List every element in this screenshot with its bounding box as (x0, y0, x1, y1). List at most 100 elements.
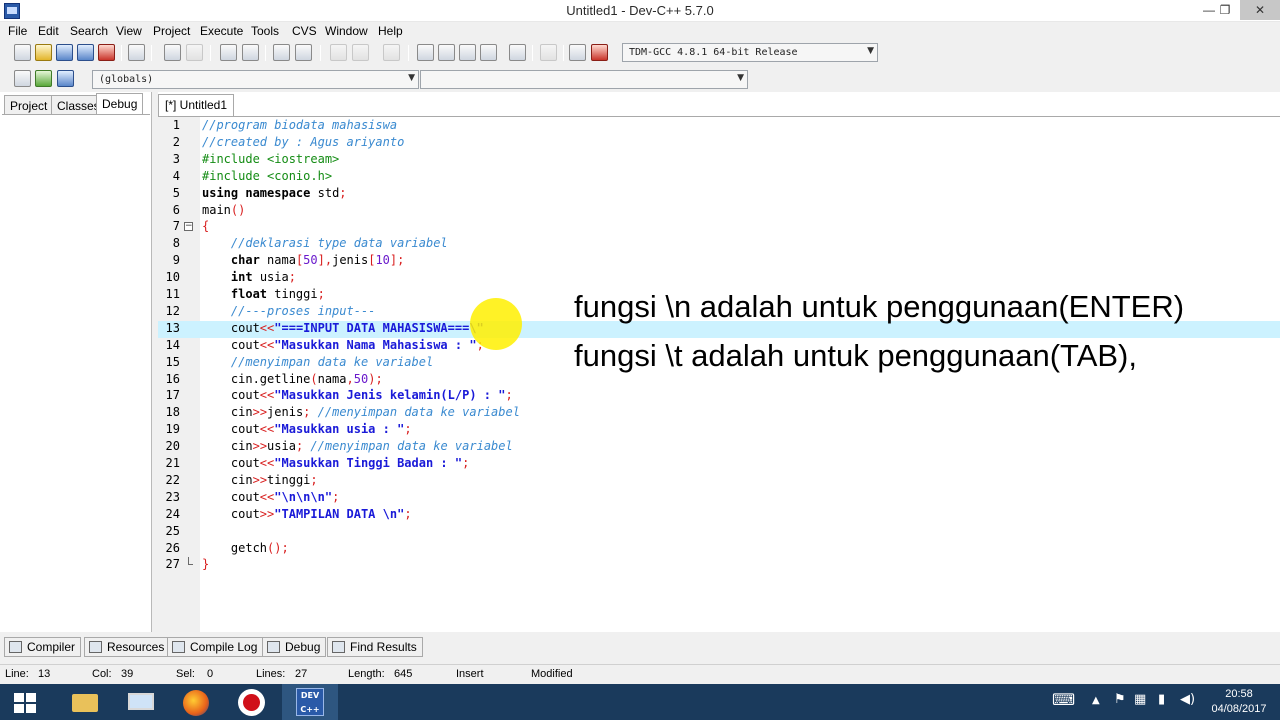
chart-icon[interactable] (569, 44, 586, 61)
insert-icon[interactable] (14, 70, 31, 87)
computer-button[interactable] (112, 684, 168, 720)
goto-icon[interactable] (35, 70, 52, 87)
code-line[interactable]: 20 cin>>usia; //menyimpan data ke variab… (158, 439, 1280, 456)
status-modified: Modified (531, 668, 573, 680)
code-line[interactable]: 9 char nama[50],jenis[10]; (158, 253, 1280, 270)
code-line[interactable]: 26 getch(); (158, 541, 1280, 558)
compiler-select[interactable]: TDM-GCC 4.8.1 64-bit Release ▼ (622, 43, 878, 62)
restore-button[interactable]: ❐ (1208, 0, 1242, 20)
save-all-icon[interactable] (77, 44, 94, 61)
profile-icon[interactable] (591, 44, 608, 61)
toolbar-separator (408, 45, 409, 61)
main-toolbar: TDM-GCC 4.8.1 64-bit Release ▼ (0, 40, 1280, 66)
menu-view[interactable]: View (116, 24, 142, 38)
code-line[interactable]: 21 cout<<"Masukkan Tinggi Badan : "; (158, 456, 1280, 473)
goto-line-icon[interactable] (383, 44, 400, 61)
tab-debug[interactable]: Debug (96, 93, 144, 115)
code-line[interactable]: 10 int usia; (158, 270, 1280, 287)
fold-toggle-icon[interactable]: − (184, 222, 193, 232)
replace-icon[interactable] (242, 44, 259, 61)
tab-resources[interactable]: Resources (84, 637, 171, 657)
rebuild-all-icon[interactable] (480, 44, 497, 61)
print-icon[interactable] (128, 44, 145, 61)
menu-help[interactable]: Help (378, 24, 403, 38)
find-icon[interactable] (220, 44, 237, 61)
run-icon[interactable] (438, 44, 455, 61)
close-file-icon[interactable] (98, 44, 115, 61)
code-line[interactable]: 19 cout<<"Masukkan usia : "; (158, 422, 1280, 439)
screen-recorder-button[interactable] (224, 684, 280, 720)
unindent-icon[interactable] (295, 44, 312, 61)
new-file-icon[interactable] (14, 44, 31, 61)
code-line[interactable]: 6 main() (158, 203, 1280, 220)
menu-execute[interactable]: Execute (200, 24, 243, 38)
line-number: 24 (165, 506, 180, 521)
menu-project[interactable]: Project (153, 24, 190, 38)
compile-icon[interactable] (417, 44, 434, 61)
devcpp-taskbar-button[interactable]: DEV C++ (282, 684, 338, 720)
code-text: getch(); (202, 540, 289, 555)
syntax-check-icon[interactable] (509, 44, 526, 61)
status-lines-value: 27 (295, 668, 308, 680)
stop-execution-icon[interactable] (540, 44, 557, 61)
battery-icon[interactable]: ▮ (1158, 692, 1165, 707)
volume-icon[interactable]: ◀) (1180, 692, 1195, 707)
menu-edit[interactable]: Edit (38, 24, 59, 38)
code-text: //program biodata mahasiswa (202, 118, 398, 132)
cursor-highlight (470, 298, 522, 350)
line-number: 12 (165, 303, 180, 318)
start-button[interactable] (0, 684, 56, 720)
compile-run-icon[interactable] (459, 44, 476, 61)
open-file-icon[interactable] (35, 44, 52, 61)
tab-compiler[interactable]: Compiler (4, 637, 82, 657)
code-line[interactable]: 7−{ (158, 219, 1280, 236)
save-icon[interactable] (56, 44, 73, 61)
code-line[interactable]: 2 //created by : Agus ariyanto (158, 135, 1280, 152)
tab-find-results[interactable]: Find Results (327, 637, 423, 657)
code-line[interactable]: 1 //program biodata mahasiswa (158, 118, 1280, 135)
code-line[interactable]: 17 cout<<"Masukkan Jenis kelamin(L/P) : … (158, 388, 1280, 405)
action-center-icon[interactable]: ⚑ (1114, 692, 1126, 707)
code-line[interactable]: 16 cin.getline(nama,50); (158, 372, 1280, 389)
redo-icon[interactable] (186, 44, 203, 61)
bookmark-next-icon[interactable] (352, 44, 369, 61)
menu-tools[interactable]: Tools (251, 24, 279, 38)
editor-tab-untitled1[interactable]: [*] Untitled1 (158, 94, 235, 116)
chevron-down-icon: ▼ (867, 46, 874, 56)
code-text: cout<<"Masukkan Jenis kelamin(L/P) : "; (202, 388, 513, 403)
code-line[interactable]: 24 cout>>"TAMPILAN DATA \n"; (158, 507, 1280, 524)
menu-search[interactable]: Search (70, 24, 108, 38)
system-clock[interactable]: 20:58 04/08/2017 (1208, 687, 1270, 717)
line-number: 22 (165, 472, 180, 487)
tab-compile-log[interactable]: Compile Log (167, 637, 264, 657)
code-line[interactable]: 22 cin>>tinggi; (158, 473, 1280, 490)
keyboard-icon[interactable]: ⌨ (1052, 690, 1075, 709)
close-button[interactable]: ✕ (1240, 0, 1280, 20)
code-line[interactable]: 5 using namespace std; (158, 186, 1280, 203)
network-icon[interactable]: ▦ (1134, 692, 1146, 707)
code-line[interactable]: 27} (158, 557, 1280, 574)
status-insert-mode: Insert (456, 668, 484, 680)
tab-project[interactable]: Project (4, 95, 54, 115)
code-line[interactable]: 4 #include <conio.h> (158, 169, 1280, 186)
tab-debug-output[interactable]: Debug (262, 637, 327, 657)
indent-icon[interactable] (273, 44, 290, 61)
code-line[interactable]: 3 #include <iostream> (158, 152, 1280, 169)
code-line[interactable]: 23 cout<<"\n\n\n"; (158, 490, 1280, 507)
file-explorer-button[interactable] (56, 684, 112, 720)
scope-select[interactable]: (globals) ▼ (92, 70, 419, 89)
menu-window[interactable]: Window (325, 24, 368, 38)
code-line[interactable]: 8 //deklarasi type data variabel (158, 236, 1280, 253)
firefox-button[interactable] (168, 684, 224, 720)
undo-icon[interactable] (164, 44, 181, 61)
code-line[interactable]: 25 (158, 524, 1280, 541)
member-select[interactable]: ▼ (420, 70, 748, 89)
editor-body[interactable]: 1 //program biodata mahasiswa 2 //created b… (158, 116, 1280, 633)
bookmark-prev-icon[interactable] (330, 44, 347, 61)
code-line[interactable]: 18 cin>>jenis; //menyimpan data ke varia… (158, 405, 1280, 422)
toggle-bookmark-icon[interactable] (57, 70, 74, 87)
menu-cvs[interactable]: CVS (292, 24, 317, 38)
tray-expand-icon[interactable]: ▲ (1092, 695, 1100, 706)
menu-file[interactable]: File (8, 24, 27, 38)
menu-bar: File Edit Search View Project Execute To… (0, 22, 1280, 40)
